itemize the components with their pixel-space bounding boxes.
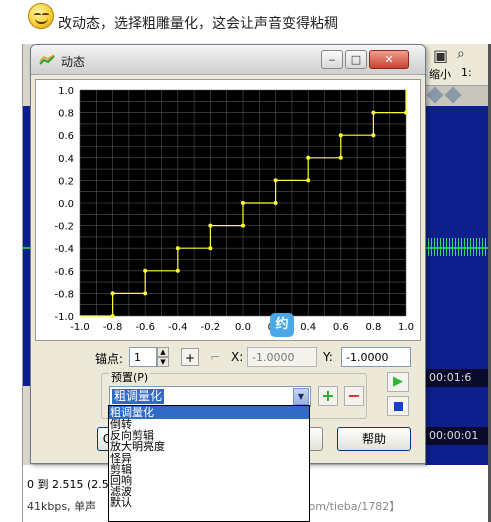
anchor-point	[175, 246, 180, 251]
anchor-point	[273, 201, 278, 205]
transfer-curve-svg[interactable]: -1.0 -0.8 -0.6 -0.4 -0.2 0.0 0.2 0.4 0.6 0.8 1.0 1.…	[36, 80, 422, 342]
anchor-point	[110, 314, 115, 318]
x-tick-label: -0.6	[135, 322, 155, 333]
x-value-input[interactable]: -1.0000	[247, 347, 317, 367]
delete-preset-button[interactable]: −	[344, 386, 364, 406]
dialog-title: 动态	[61, 55, 86, 69]
caption-text: 改动态，选择粗雕量化，这会让声音变得粘稠	[58, 16, 338, 32]
diamond-icon[interactable]	[426, 86, 444, 104]
y-tick-label: -1.0	[54, 312, 74, 323]
post-caption: 改动态，选择粗雕量化，这会让声音变得粘稠	[0, 0, 491, 44]
anchor-point	[241, 201, 245, 205]
x-tick-label: 0.4	[300, 322, 316, 333]
y-tick-label: 0.6	[58, 131, 74, 142]
y-tick-label: 1.0	[58, 86, 74, 97]
chevron-down-icon[interactable]: ▼	[293, 388, 309, 405]
y-tick-label: -0.4	[54, 244, 74, 255]
help-button[interactable]: 帮助	[337, 427, 411, 451]
y-tick-label: -0.6	[54, 267, 74, 278]
host-toolbar: ▣ ⌕ 缩小 1:	[423, 44, 491, 86]
dynamics-dialog: 动态 ‒ □ ✕ -1.0 -0.8 -0.6 -0.4 -0.2 0.0 0.2 0.4 0.…	[30, 44, 426, 464]
y-tick-label: -0.2	[54, 222, 74, 233]
zoom-ratio-label: 1:	[461, 66, 472, 79]
anchor-point	[371, 133, 376, 138]
spin-up-button[interactable]: ▲	[157, 347, 169, 357]
anchor-point	[371, 110, 376, 115]
x-tick-label: -0.2	[201, 322, 221, 333]
host-nav-strip	[423, 86, 491, 106]
dropdown-item[interactable]: 怪异	[109, 453, 309, 464]
dropdown-item[interactable]: 滤波	[109, 486, 309, 497]
diamond-icon[interactable]	[444, 86, 462, 104]
anchor-index-input[interactable]: 1	[129, 347, 157, 367]
anchor-point	[338, 133, 343, 138]
anchor-point	[143, 268, 148, 273]
dropdown-item[interactable]: 放大明亮度	[109, 441, 309, 452]
y-tick-label: 0.8	[58, 109, 74, 120]
x-tick-label: -0.8	[103, 322, 123, 333]
preset-selected-value: 粗调量化	[112, 389, 165, 404]
format-status: 41kbps, 单声	[27, 500, 97, 513]
preset-label: 预置(P)	[109, 369, 151, 385]
anchor-point	[306, 178, 311, 183]
anchor-point	[241, 223, 245, 228]
x-tick-label: 0.6	[333, 322, 349, 333]
selection-status: 0 到 2.515 (2.51	[27, 478, 116, 491]
dropdown-item[interactable]: 回响	[109, 475, 309, 486]
add-anchor-button[interactable]: +	[181, 348, 199, 366]
stop-button[interactable]	[387, 396, 409, 416]
overview-waveform[interactable]	[425, 387, 491, 427]
anchor-point	[143, 291, 148, 296]
time-readout: 00:00:01	[425, 427, 491, 445]
waveform-signal	[425, 238, 491, 256]
dropdown-item[interactable]: 粗调量化	[109, 406, 309, 419]
add-preset-button[interactable]: +	[318, 386, 338, 406]
stop-icon	[394, 402, 403, 411]
x-tick-label: 1.0	[398, 322, 414, 333]
y-tick-label: -0.8	[54, 289, 74, 300]
time-readout: 00:01:6	[425, 369, 491, 387]
minimize-button[interactable]: ‒	[321, 50, 343, 69]
x-label: X:	[231, 350, 244, 364]
anchor-point	[110, 291, 115, 296]
y-label: Y:	[323, 350, 333, 364]
remove-anchor-button[interactable]: ⌐	[206, 348, 224, 366]
anchor-label: 锚点:	[95, 352, 124, 366]
y-value-input[interactable]: -1.0000	[341, 347, 411, 367]
zoom-search-icon[interactable]: ⌕	[457, 46, 475, 64]
dialog-titlebar[interactable]: 动态 ‒ □ ✕	[31, 45, 425, 75]
anchor-point	[404, 110, 408, 115]
spin-down-button[interactable]: ▼	[157, 357, 169, 367]
smiley-icon	[28, 3, 54, 29]
dynamics-icon	[39, 54, 55, 65]
close-button[interactable]: ✕	[369, 50, 409, 69]
zoom-out-icon[interactable]: ▣	[433, 46, 451, 65]
dropdown-item[interactable]: 剪辑	[109, 464, 309, 475]
anchor-point	[273, 178, 278, 183]
preset-dropdown-list[interactable]: 粗调量化 倒转 反向剪辑 放大明亮度 怪异 剪辑 回响 滤波 默认	[108, 405, 310, 522]
anchor-row: 锚点: 1 ▲ ▼ + ⌐ X: -1.0000 Y: -1.0000	[31, 347, 425, 369]
x-tick-label: -0.4	[168, 322, 188, 333]
anchor-point	[338, 155, 343, 160]
preset-select[interactable]: 粗调量化 ▼	[109, 386, 311, 407]
x-tick-label: 0.0	[235, 322, 251, 333]
anchor-point	[175, 268, 180, 273]
x-tick-label: 0.8	[365, 322, 381, 333]
zoom-out-label: 缩小	[429, 68, 451, 81]
y-tick-label: 0.2	[58, 176, 74, 187]
y-tick-label: 0.0	[58, 199, 74, 210]
maximize-button[interactable]: □	[345, 50, 367, 69]
anchor-point	[208, 223, 213, 228]
anchor-point	[208, 246, 213, 251]
y-tick-label: 0.4	[58, 154, 74, 165]
play-button[interactable]: ▶	[387, 372, 409, 392]
x-tick-label: -1.0	[70, 322, 90, 333]
app-badge-icon: 约	[270, 313, 294, 337]
dropdown-item[interactable]: 默认	[109, 497, 309, 508]
anchor-point	[306, 155, 311, 160]
transfer-curve-graph[interactable]: -1.0 -0.8 -0.6 -0.4 -0.2 0.0 0.2 0.4 0.6 0.8 1.0 1.…	[35, 79, 421, 341]
